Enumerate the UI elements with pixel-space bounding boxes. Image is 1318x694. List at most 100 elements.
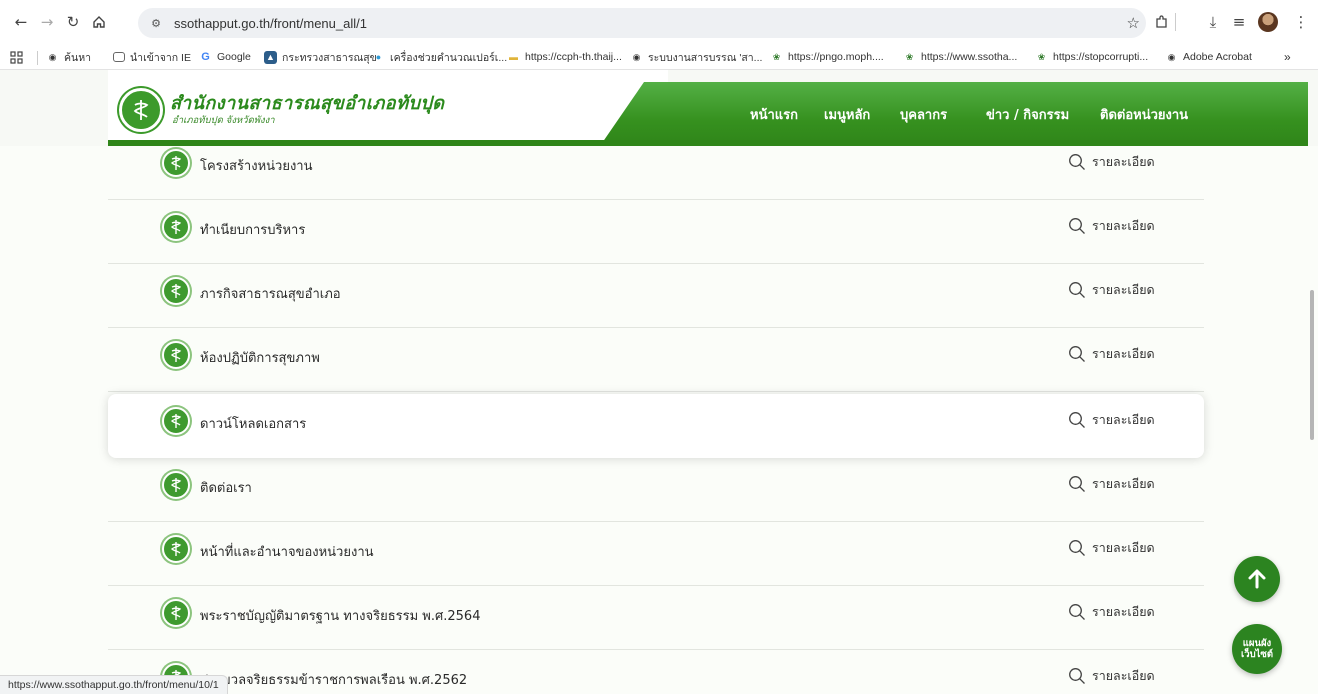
search-icon <box>1069 476 1085 492</box>
detail-link[interactable]: รายละเอียด <box>1068 665 1155 687</box>
nav-personnel[interactable]: บุคลากร <box>900 82 947 146</box>
calculator-icon: ● <box>375 52 382 62</box>
folder-icon <box>113 52 125 62</box>
detail-label: รายละเอียด <box>1092 604 1155 619</box>
sitemap-button[interactable]: แผนผัง เว็บไซต์ <box>1232 624 1282 674</box>
detail-link[interactable]: รายละเอียด <box>1068 601 1155 623</box>
bookmark-label: https://www.ssotha... <box>921 51 1018 63</box>
page-scrollbar[interactable] <box>1310 290 1314 440</box>
nav-contact[interactable]: ติดต่อหน่วยงาน <box>1100 82 1188 146</box>
moph-logo-icon <box>162 471 190 499</box>
page-icon: ▬ <box>509 52 518 62</box>
bookmark-item[interactable]: ❀ https://pngo.moph.... <box>770 49 884 65</box>
list-item[interactable]: ติดต่อเรา รายละเอียด <box>108 458 1204 522</box>
detail-label: รายละเอียด <box>1092 540 1155 555</box>
moph-logo-icon <box>162 149 190 177</box>
bookmark-label: Adobe Acrobat <box>1183 51 1252 63</box>
site-logo-icon[interactable] <box>119 88 163 132</box>
bookmark-item[interactable]: ◉ Adobe Acrobat <box>1165 49 1252 65</box>
row-title[interactable]: ห้องปฏิบัติการสุขภาพ <box>200 347 320 368</box>
bookmark-item[interactable]: ◉ ระบบงานสารบรรณ 'สา... <box>630 49 763 65</box>
bookmark-item[interactable]: ▲ กระทรวงสาธารณสุข <box>264 49 377 65</box>
list-item[interactable]: โครงสร้างหน่วยงาน รายละเอียด <box>108 146 1204 200</box>
detail-link[interactable]: รายละเอียด <box>1068 473 1155 495</box>
more-bookmarks-icon[interactable]: » <box>1284 49 1291 65</box>
bookmark-item[interactable]: ▬ https://ccph-th.thaij... <box>507 49 622 65</box>
site-subtitle: อำเภอทับปุด จังหวัดพังงา <box>172 115 275 126</box>
detail-link[interactable]: รายละเอียด <box>1068 409 1155 431</box>
bookmark-item[interactable]: G Google <box>199 49 251 65</box>
bookmark-star-icon[interactable]: ☆ <box>1127 14 1140 32</box>
list-item[interactable]: หน้าที่และอำนาจของหน่วยงาน รายละเอียด <box>108 522 1204 586</box>
menu-list: โครงสร้างหน่วยงาน รายละเอียด ทำเนียบการบ… <box>0 146 1318 694</box>
row-title[interactable]: ดาวน์โหลดเอกสาร <box>200 413 306 434</box>
list-item[interactable]: ประมวลจริยธรรมข้าราชการพลเรือน พ.ศ.2562 … <box>108 650 1204 694</box>
reload-icon[interactable]: ↻ <box>62 11 84 33</box>
nav-main-menu[interactable]: เมนูหลัก <box>824 82 870 146</box>
apps-grid-icon[interactable] <box>10 49 23 65</box>
bookmark-label: ระบบงานสารบรรณ 'สา... <box>648 51 763 64</box>
row-title[interactable]: หน้าที่และอำนาจของหน่วยงาน <box>200 541 374 562</box>
bookmark-label: ค้นหา <box>64 51 92 64</box>
row-title[interactable]: ประมวลจริยธรรมข้าราชการพลเรือน พ.ศ.2562 <box>200 669 467 690</box>
moph-logo-icon <box>162 341 190 369</box>
moph-seal-icon: ❀ <box>772 51 781 62</box>
detail-link[interactable]: รายละเอียด <box>1068 537 1155 559</box>
arrow-up-icon <box>1248 569 1266 589</box>
download-icon[interactable]: ⤓ <box>1202 11 1224 33</box>
list-item[interactable]: ทำเนียบการบริหาร รายละเอียด <box>108 200 1204 264</box>
bookmarks-divider <box>37 51 38 65</box>
reading-list-icon[interactable]: ≡ <box>1228 11 1250 33</box>
row-title[interactable]: พระราชบัญญัติมาตรฐาน ทางจริยธรรม พ.ศ.256… <box>200 605 480 626</box>
bookmark-item[interactable]: ❀ https://stopcorrupti... <box>1035 49 1148 65</box>
bookmarks-bar: ◉ ค้นหา นำเข้าจาก IE G Google ▲ กระทรวงสาธา… <box>0 44 1318 70</box>
list-item[interactable]: ห้องปฏิบัติการสุขภาพ รายละเอียด <box>108 328 1204 392</box>
bookmark-item[interactable]: ● เครื่องช่วยคำนวณเปอร์เ... <box>372 49 507 65</box>
detail-link[interactable]: รายละเอียด <box>1068 151 1155 173</box>
search-icon <box>1069 218 1085 234</box>
moph-logo-icon <box>162 277 190 305</box>
row-title[interactable]: ทำเนียบการบริหาร <box>200 219 305 240</box>
moph-seal-icon: ❀ <box>905 51 914 62</box>
detail-link[interactable]: รายละเอียด <box>1068 279 1155 301</box>
menu-kebab-icon[interactable]: ⋮ <box>1290 11 1312 33</box>
forward-icon[interactable]: → <box>36 11 58 33</box>
bookmark-label: https://pngo.moph.... <box>788 51 884 63</box>
profile-avatar[interactable] <box>1258 12 1278 32</box>
bookmark-label: https://stopcorrupti... <box>1053 51 1149 63</box>
back-icon[interactable]: ← <box>10 11 32 33</box>
bookmark-label: เครื่องช่วยคำนวณเปอร์เ... <box>390 51 508 64</box>
detail-link[interactable]: รายละเอียด <box>1068 215 1155 237</box>
row-title[interactable]: ติดต่อเรา <box>200 477 252 498</box>
nav-home[interactable]: หน้าแรก <box>750 82 798 146</box>
moph-logo-icon <box>162 599 190 627</box>
address-url[interactable]: ssothapput.go.th/front/menu_all/1 <box>174 16 367 31</box>
detail-label: รายละเอียด <box>1092 218 1155 233</box>
detail-label: รายละเอียด <box>1092 476 1155 491</box>
bookmark-label: นำเข้าจาก IE <box>130 51 191 64</box>
detail-link[interactable]: รายละเอียด <box>1068 343 1155 365</box>
list-item[interactable]: ภารกิจสาธารณสุขอำเภอ รายละเอียด <box>108 264 1204 328</box>
detail-label: รายละเอียด <box>1092 346 1155 361</box>
bookmark-item[interactable]: ◉ ค้นหา <box>46 49 91 65</box>
bookmark-item[interactable]: ❀ https://www.ssotha... <box>903 49 1018 65</box>
header-nav-panel: หน้าแรก เมนูหลัก บุคลากร ข่าว / กิจกรรม … <box>600 82 1308 146</box>
search-icon <box>1069 154 1085 170</box>
bookmark-folder[interactable]: นำเข้าจาก IE <box>113 49 191 65</box>
row-title[interactable]: โครงสร้างหน่วยงาน <box>200 155 312 176</box>
globe-icon: ◉ <box>632 51 641 62</box>
search-icon <box>1069 668 1085 684</box>
site-info-icon[interactable]: ⚙ <box>148 15 164 31</box>
search-icon <box>1069 604 1085 620</box>
list-item[interactable]: พระราชบัญญัติมาตรฐาน ทางจริยธรรม พ.ศ.256… <box>108 586 1204 650</box>
nav-news[interactable]: ข่าว / กิจกรรม <box>986 82 1069 146</box>
detail-label: รายละเอียด <box>1092 154 1155 169</box>
row-title[interactable]: ภารกิจสาธารณสุขอำเภอ <box>200 283 341 304</box>
list-item-hovered[interactable]: ดาวน์โหลดเอกสาร รายละเอียด <box>108 394 1204 458</box>
back-to-top-button[interactable] <box>1234 556 1280 602</box>
detail-label: รายละเอียด <box>1092 282 1155 297</box>
sitemap-label-line2: เว็บไซต์ <box>1240 649 1273 660</box>
address-bar[interactable]: ⚙ ssothapput.go.th/front/menu_all/1 ☆ <box>138 8 1146 38</box>
extensions-icon[interactable] <box>1150 11 1172 33</box>
home-icon[interactable] <box>88 11 110 33</box>
